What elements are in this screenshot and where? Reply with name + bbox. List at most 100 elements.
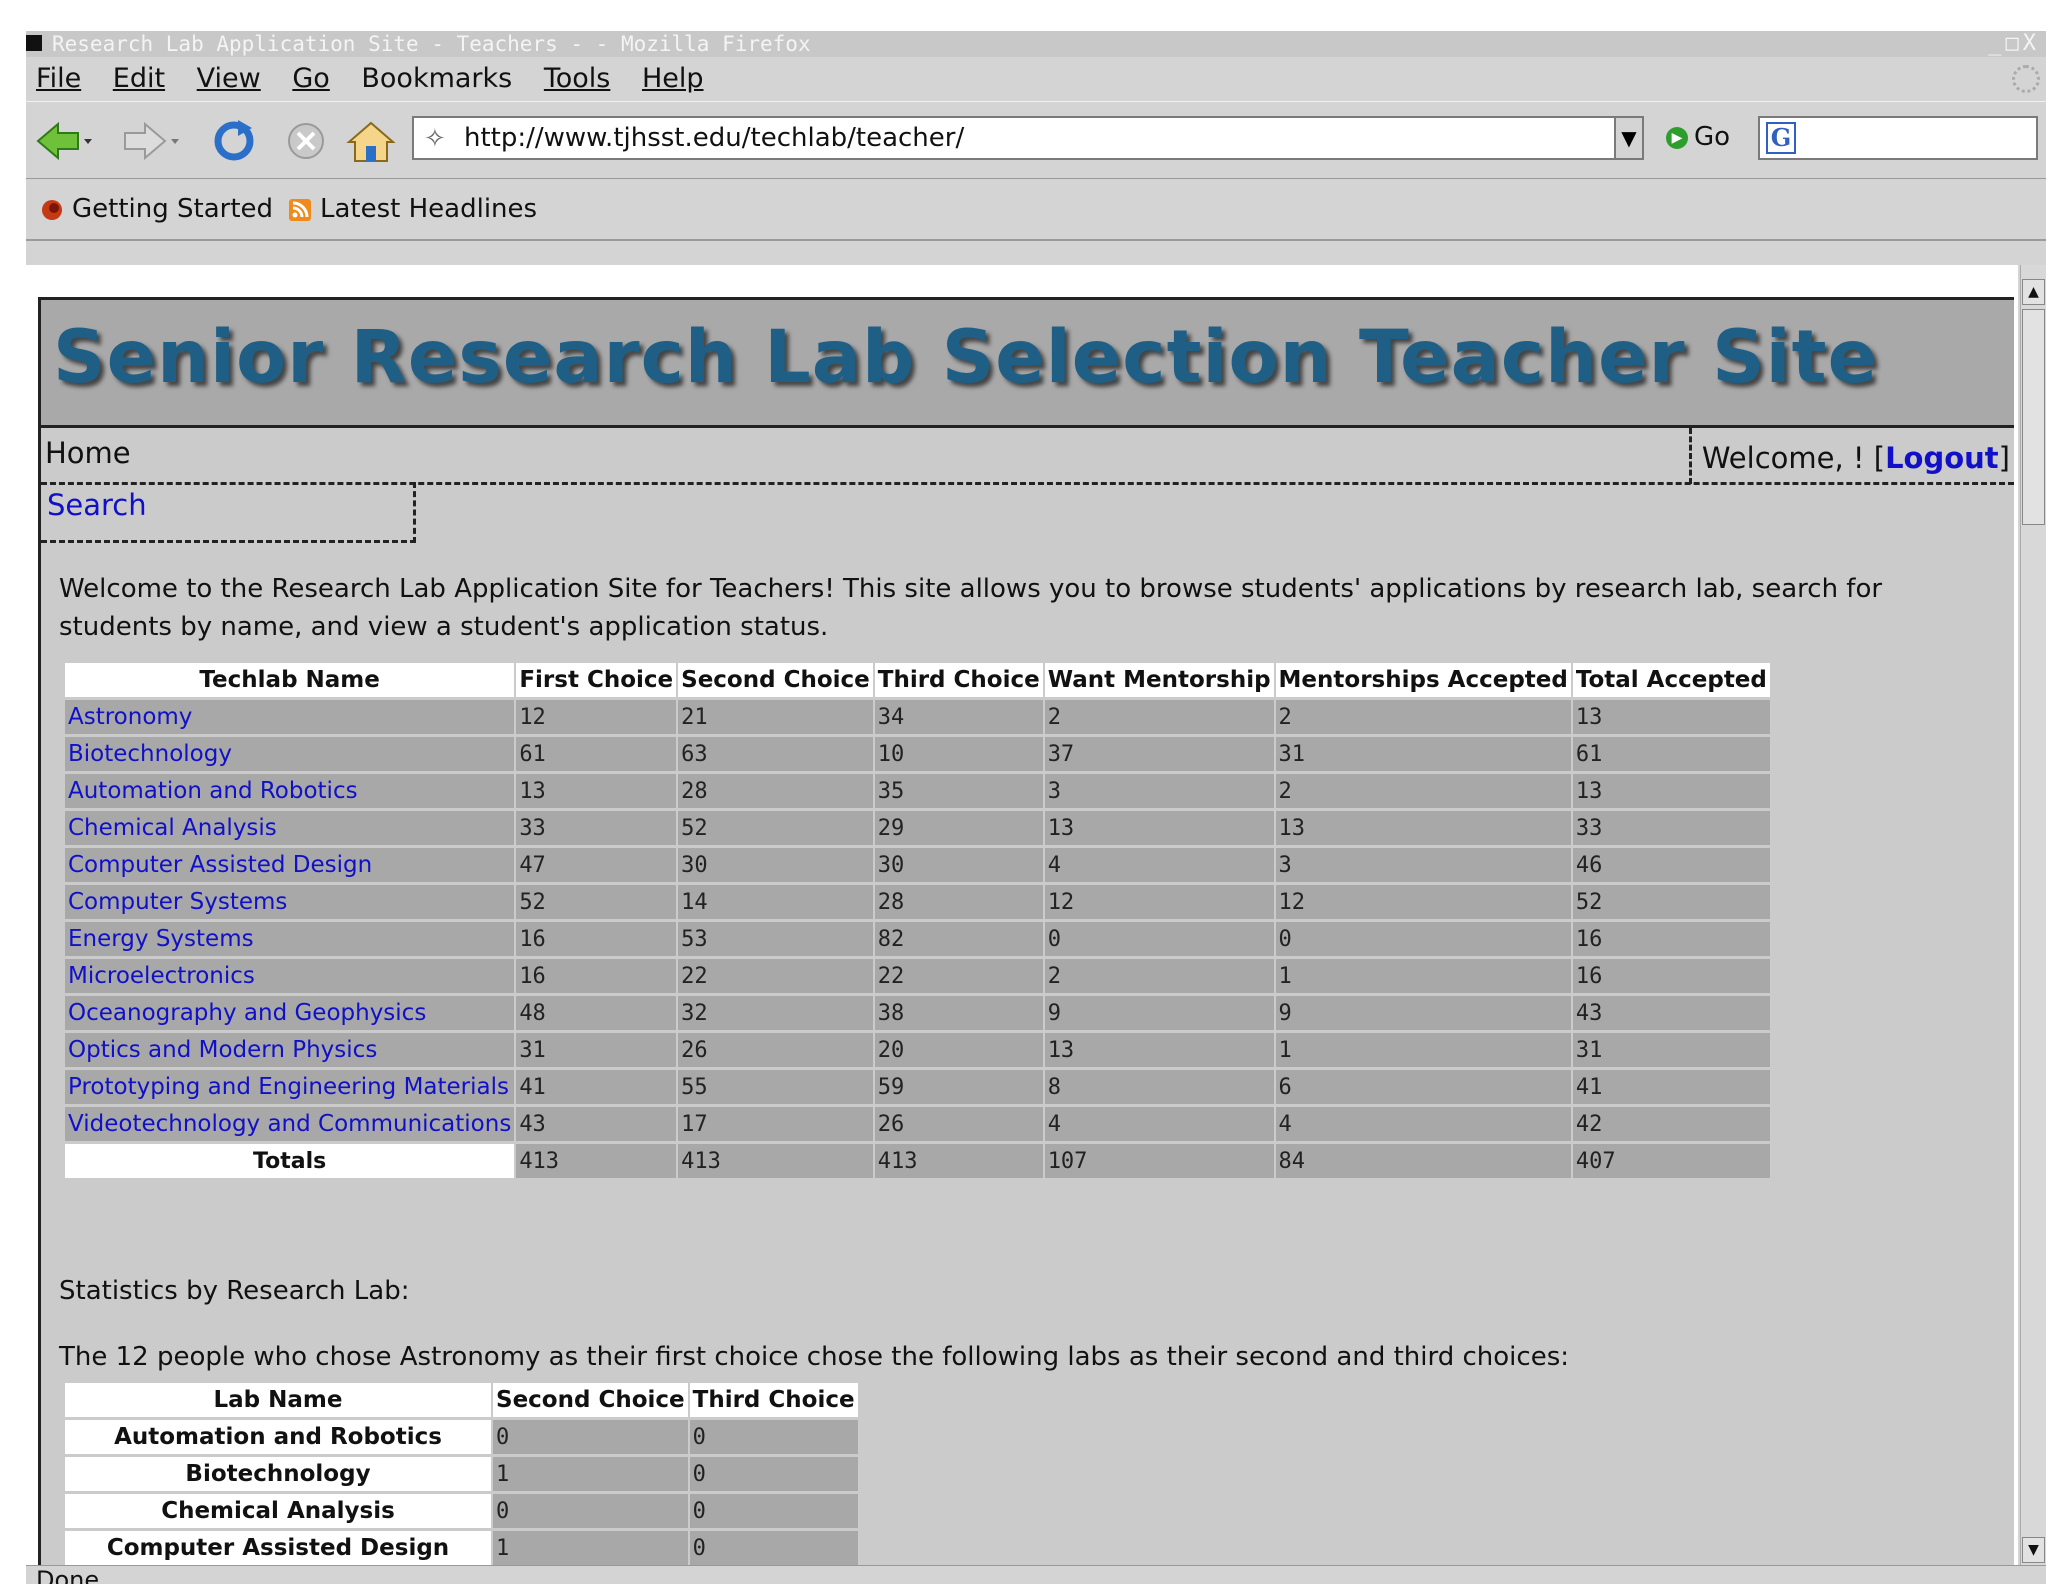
lab-link[interactable]: Astronomy (65, 700, 515, 734)
bookmark-latest-headlines[interactable]: Latest Headlines (320, 179, 537, 239)
second-third-choice-table: Lab Name Second Choice Third Choice Auto… (63, 1380, 860, 1565)
home-icon[interactable] (346, 120, 396, 164)
url-bar[interactable]: ✧ http://www.tjhsst.edu/techlab/teacher/ (412, 116, 1622, 160)
table-cell: 4 (1044, 1107, 1274, 1141)
table-row: Chemical Analysis 33 52 29 13 13 33 (65, 811, 1770, 845)
back-arrow-icon[interactable] (34, 120, 94, 162)
menu-tools[interactable]: Tools (544, 57, 611, 101)
lab-name-cell: Computer Assisted Design (65, 1531, 491, 1565)
table-cell: 16 (1572, 922, 1770, 956)
logout-link[interactable]: Logout (1885, 441, 1999, 475)
table-cell: 41 (1572, 1070, 1770, 1104)
menu-view[interactable]: View (197, 57, 261, 101)
table-cell: 22 (874, 959, 1043, 993)
lab-link[interactable]: Computer Systems (65, 885, 515, 919)
lab-link[interactable]: Computer Assisted Design (65, 848, 515, 882)
table-cell: 12 (1275, 885, 1571, 919)
home-link[interactable]: Home (45, 436, 131, 470)
table-cell: 12 (1044, 885, 1274, 919)
table-cell: 43 (516, 1107, 677, 1141)
vertical-scrollbar[interactable]: ▲ ▼ (2020, 265, 2046, 1565)
column-header: Third Choice (874, 663, 1043, 697)
table-cell: 20 (874, 1033, 1043, 1067)
table-cell: 14 (678, 885, 873, 919)
search-engine-box[interactable]: G (1758, 116, 2038, 160)
table-cell: 9 (1044, 996, 1274, 1030)
url-dropdown-icon[interactable]: ▼ (1614, 116, 1644, 160)
table-cell: 28 (678, 774, 873, 808)
table-row: Automation and Robotics 13 28 35 3 2 13 (65, 774, 1770, 808)
lab-link[interactable]: Oceanography and Geophysics (65, 996, 515, 1030)
table-cell: 61 (516, 737, 677, 771)
stop-icon[interactable] (284, 120, 328, 162)
lab-link[interactable]: Chemical Analysis (65, 811, 515, 845)
table-cell: 30 (874, 848, 1043, 882)
table-row: Astronomy 12 21 34 2 2 13 (65, 700, 1770, 734)
lab-link[interactable]: Biotechnology (65, 737, 515, 771)
scroll-up-icon[interactable]: ▲ (2022, 279, 2045, 305)
totals-label: Totals (65, 1144, 515, 1178)
table-cell: 33 (1572, 811, 1770, 845)
window-title: Research Lab Application Site - Teachers… (52, 32, 811, 56)
table-row: Computer Assisted Design 1 0 (65, 1531, 858, 1565)
menu-edit[interactable]: Edit (113, 57, 165, 101)
forward-arrow-icon[interactable] (121, 120, 181, 162)
table-cell: 31 (1572, 1033, 1770, 1067)
table-cell: 4 (1275, 1107, 1571, 1141)
lab-link[interactable]: Videotechnology and Communications (65, 1107, 515, 1141)
window-controls[interactable]: _□X (1988, 31, 2040, 57)
table-cell: 3 (1044, 774, 1274, 808)
bookmark-getting-started[interactable]: Getting Started (72, 179, 273, 239)
page-title: Senior Research Lab Selection Teacher Si… (53, 315, 1879, 400)
navigation-toolbar: ✧ http://www.tjhsst.edu/techlab/teacher/… (26, 101, 2046, 179)
lab-link[interactable]: Automation and Robotics (65, 774, 515, 808)
table-cell: 0 (689, 1457, 858, 1491)
totals-row: Totals 413 413 413 107 84 407 (65, 1144, 1770, 1178)
lab-name-cell: Chemical Analysis (65, 1494, 491, 1528)
table-cell: 0 (689, 1420, 858, 1454)
lab-link[interactable]: Prototyping and Engineering Materials (65, 1070, 515, 1104)
table-cell: 16 (516, 959, 677, 993)
welcome-close: ] (1998, 441, 2010, 475)
table-cell: 4 (1044, 848, 1274, 882)
search-link[interactable]: Search (47, 488, 147, 522)
column-header: Total Accepted (1572, 663, 1770, 697)
scroll-thumb[interactable] (2022, 309, 2045, 525)
lab-link[interactable]: Energy Systems (65, 922, 515, 956)
search-tab: Search (41, 482, 416, 543)
table-cell: 41 (516, 1070, 677, 1104)
table-cell: 13 (1572, 700, 1770, 734)
table-cell: 6 (1275, 1070, 1571, 1104)
table-cell: 2 (1275, 700, 1571, 734)
menu-file[interactable]: File (36, 57, 81, 101)
google-icon[interactable]: G (1766, 122, 1796, 154)
column-header: Techlab Name (65, 663, 515, 697)
window-menu-icon[interactable] (26, 35, 42, 51)
reload-icon[interactable] (212, 120, 256, 162)
table-cell: 1 (1275, 959, 1571, 993)
table-cell: 33 (516, 811, 677, 845)
menu-help[interactable]: Help (642, 57, 704, 101)
lab-link[interactable]: Microelectronics (65, 959, 515, 993)
table-row: Biotechnology 1 0 (65, 1457, 858, 1491)
firefox-icon (42, 200, 62, 220)
column-header: Second Choice (678, 663, 873, 697)
menu-bookmarks[interactable]: Bookmarks (361, 57, 512, 101)
go-arrow-icon: ▶ (1666, 126, 1688, 149)
lab-link[interactable]: Optics and Modern Physics (65, 1033, 515, 1067)
url-text[interactable]: http://www.tjhsst.edu/techlab/teacher/ (464, 118, 964, 158)
scroll-down-icon[interactable]: ▼ (2022, 1537, 2045, 1563)
table-row: Microelectronics 16 22 22 2 1 16 (65, 959, 1770, 993)
menu-go[interactable]: Go (292, 57, 329, 101)
table-cell: 42 (1572, 1107, 1770, 1141)
rss-icon (289, 199, 311, 221)
go-button[interactable]: ▶ Go (1666, 118, 1730, 156)
table-cell: 22 (678, 959, 873, 993)
table-cell: 1 (1275, 1033, 1571, 1067)
table-cell: 52 (678, 811, 873, 845)
table-cell: 16 (1572, 959, 1770, 993)
table-cell: 0 (689, 1531, 858, 1565)
table-cell: 107 (1044, 1144, 1274, 1178)
title-bar: Research Lab Application Site - Teachers… (26, 31, 2046, 57)
table-row: Prototyping and Engineering Materials 41 5… (65, 1070, 1770, 1104)
